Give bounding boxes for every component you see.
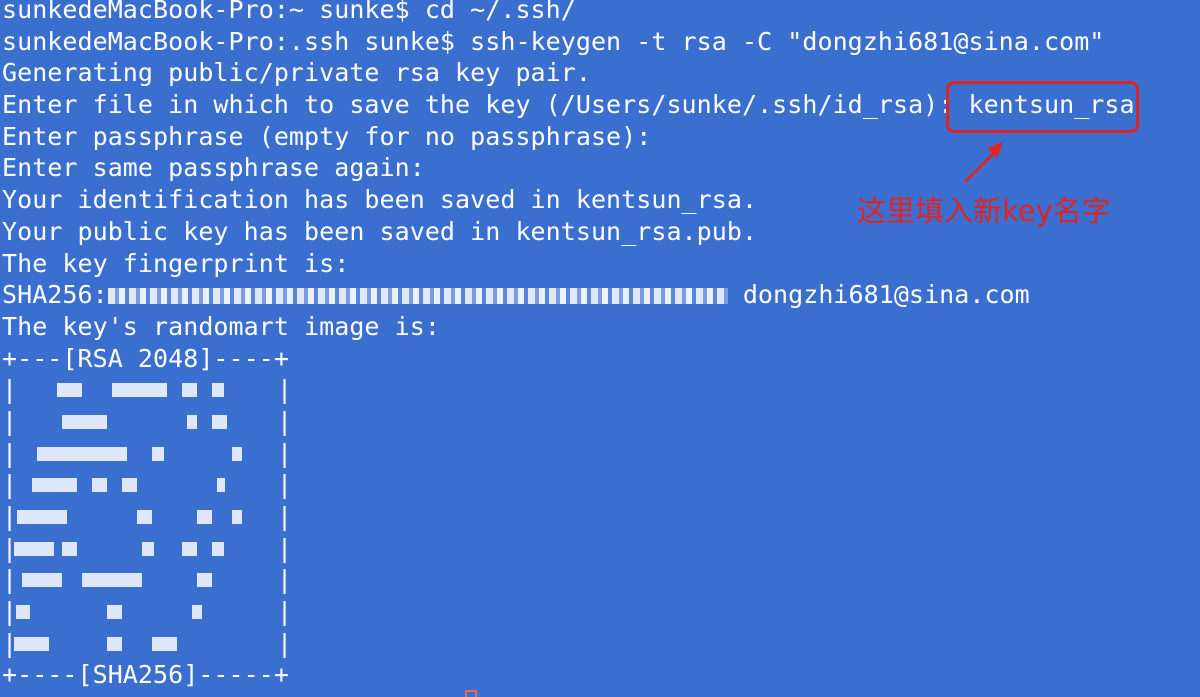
arrow-icon	[963, 142, 1003, 184]
randomart-row: | |	[2, 565, 293, 595]
randomart-row: | |	[2, 533, 293, 563]
redacted-fingerprint	[107, 288, 728, 305]
annotation-label: 这里填入新key名字	[857, 194, 1111, 228]
terminal-line-cd: sunkedeMacBook-Pro:~ sunke$ cd ~/.ssh/	[2, 0, 576, 24]
highlight-box	[946, 81, 1139, 133]
fingerprint-email: dongzhi681@sina.com	[727, 280, 1030, 310]
randomart-footer: +----[SHA256]-----+	[2, 660, 289, 690]
randomart-row: | |	[2, 470, 293, 500]
terminal-window[interactable]: sunkedeMacBook-Pro:~ sunke$ cd ~/.ssh/ s…	[0, 0, 1200, 697]
randomart-header: +---[RSA 2048]----+	[2, 343, 289, 373]
terminal-line-randomart-intro: The key's randomart image is:	[2, 311, 440, 341]
randomart-row: | |	[2, 628, 293, 658]
fingerprint-prefix: SHA256:	[2, 280, 108, 310]
randomart-row: | |	[2, 438, 293, 468]
terminal-line-keygen: sunkedeMacBook-Pro:.ssh sunke$ ssh-keyge…	[2, 26, 1105, 56]
randomart-row: | |	[2, 502, 293, 531]
randomart-row: | |	[2, 375, 293, 405]
terminal-line-fingerprint-label: The key fingerprint is:	[2, 248, 350, 278]
terminal-line-fingerprint: SHA256: dongzhi681@sina.com	[2, 279, 1135, 311]
randomart-row: | |	[2, 597, 293, 627]
cursor-icon	[465, 690, 477, 697]
randomart-row: | |	[2, 406, 293, 436]
